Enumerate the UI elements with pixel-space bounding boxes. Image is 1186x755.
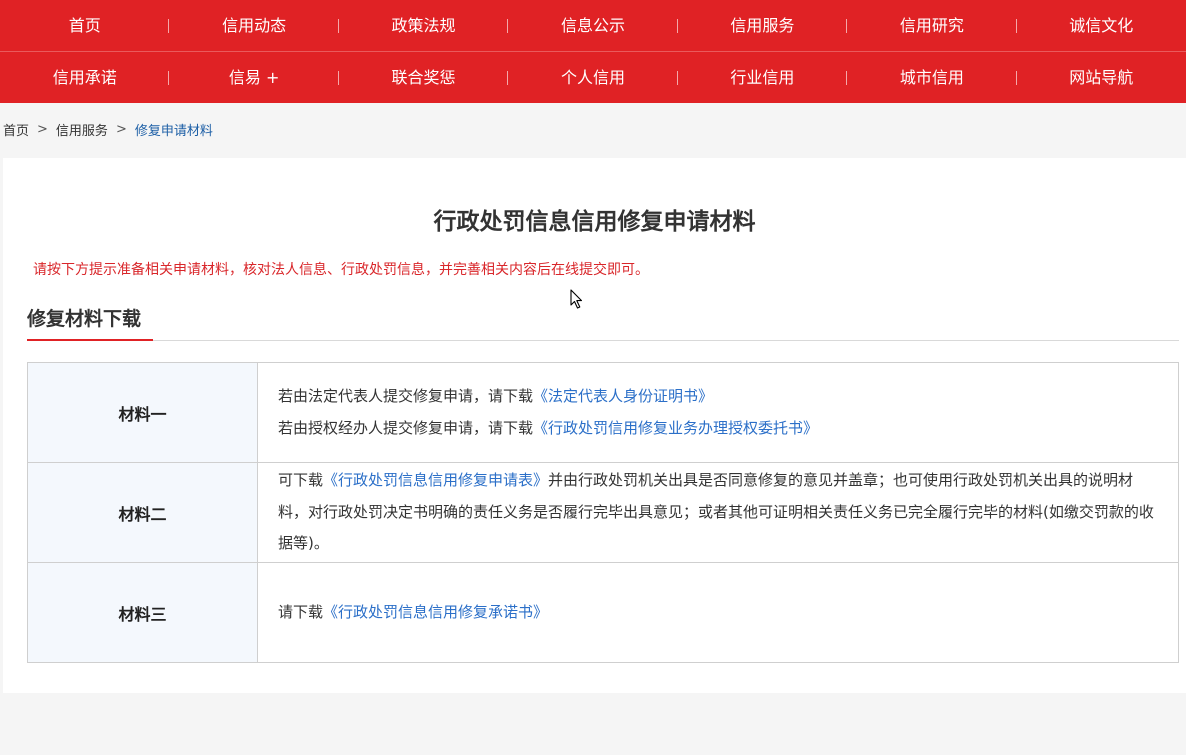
- nav-item-credit-news[interactable]: 信用动态: [169, 0, 339, 51]
- material-content: 请下载《行政处罚信息信用修复承诺书》: [257, 562, 1179, 663]
- material-line: 若由授权经办人提交修复申请，请下载《行政处罚信用修复业务办理授权委托书》: [278, 418, 819, 437]
- material-content: 若由法定代表人提交修复申请，请下载《法定代表人身份证明书》 若由授权经办人提交修…: [257, 362, 1179, 463]
- mouse-pointer-icon: [570, 289, 583, 309]
- nav-item-integrity-culture[interactable]: 诚信文化: [1017, 0, 1186, 51]
- section-title: 修复材料下载: [27, 308, 142, 330]
- material-label: 材料一: [27, 362, 258, 463]
- download-commitment-letter-link[interactable]: 《行政处罚信息信用修复承诺书》: [323, 603, 548, 621]
- breadcrumb-separator: >: [37, 121, 48, 137]
- download-application-form-link[interactable]: 《行政处罚信息信用修复申请表》: [323, 471, 548, 489]
- nav-row-secondary: 信用承诺 信易 + 联合奖惩 个人信用 行业信用 城市信用 网站导航: [0, 52, 1186, 103]
- section-divider: [27, 340, 1179, 341]
- notice-text: 请按下方提示准备相关申请材料，核对法人信息、行政处罚信息，并完善相关内容后在线提…: [33, 262, 649, 278]
- nav-item-industry-credit[interactable]: 行业信用: [678, 52, 848, 103]
- top-navigation: 首页 信用动态 政策法规 信息公示 信用服务 信用研究 诚信文化 信用承诺 信易…: [0, 0, 1186, 103]
- material-line: 若由法定代表人提交修复申请，请下载《法定代表人身份证明书》: [278, 387, 714, 405]
- breadcrumb-home[interactable]: 首页: [3, 120, 29, 139]
- table-row: 材料一 若由法定代表人提交修复申请，请下载《法定代表人身份证明书》 若由授权经办…: [27, 362, 1179, 463]
- breadcrumb-separator: >: [115, 121, 127, 137]
- download-authorization-letter-link[interactable]: 《行政处罚信用修复业务办理授权委托书》: [533, 419, 818, 437]
- page-title: 行政处罚信息信用修复申请材料: [433, 209, 756, 235]
- nav-item-site-map[interactable]: 网站导航: [1017, 52, 1186, 103]
- material-content: 可下载《行政处罚信息信用修复申请表》并由行政处罚机关出具是否同意修复的意见并盖章…: [257, 462, 1179, 563]
- download-legal-rep-certificate-link[interactable]: 《法定代表人身份证明书》: [533, 387, 713, 405]
- nav-item-city-credit[interactable]: 城市信用: [847, 52, 1017, 103]
- nav-item-xinyi-plus[interactable]: 信易 +: [169, 52, 339, 103]
- nav-item-credit-research[interactable]: 信用研究: [847, 0, 1017, 51]
- nav-item-personal-credit[interactable]: 个人信用: [508, 52, 678, 103]
- table-row: 材料三 请下载《行政处罚信息信用修复承诺书》: [27, 562, 1179, 663]
- section-title-underline: [27, 339, 153, 341]
- nav-item-home[interactable]: 首页: [0, 0, 170, 51]
- nav-item-credit-services[interactable]: 信用服务: [678, 0, 848, 51]
- material-label: 材料三: [27, 562, 258, 663]
- material-label: 材料二: [27, 462, 258, 563]
- nav-item-disclosure[interactable]: 信息公示: [508, 0, 678, 51]
- table-row: 材料二 可下载《行政处罚信息信用修复申请表》并由行政处罚机关出具是否同意修复的意…: [27, 462, 1179, 563]
- materials-table: 材料一 若由法定代表人提交修复申请，请下载《法定代表人身份证明书》 若由授权经办…: [27, 362, 1179, 663]
- breadcrumb: 首页 > 信用服务 > 修复申请材料: [3, 120, 213, 139]
- breadcrumb-current[interactable]: 修复申请材料: [135, 120, 213, 139]
- breadcrumb-credit-services[interactable]: 信用服务: [56, 120, 108, 139]
- nav-item-policies[interactable]: 政策法规: [339, 0, 509, 51]
- nav-item-credit-commitment[interactable]: 信用承诺: [0, 52, 170, 103]
- nav-row-primary: 首页 信用动态 政策法规 信息公示 信用服务 信用研究 诚信文化: [0, 0, 1186, 51]
- content-panel: 行政处罚信息信用修复申请材料 请按下方提示准备相关申请材料，核对法人信息、行政处…: [3, 158, 1186, 693]
- nav-item-joint-rewards-penalties[interactable]: 联合奖惩: [339, 52, 509, 103]
